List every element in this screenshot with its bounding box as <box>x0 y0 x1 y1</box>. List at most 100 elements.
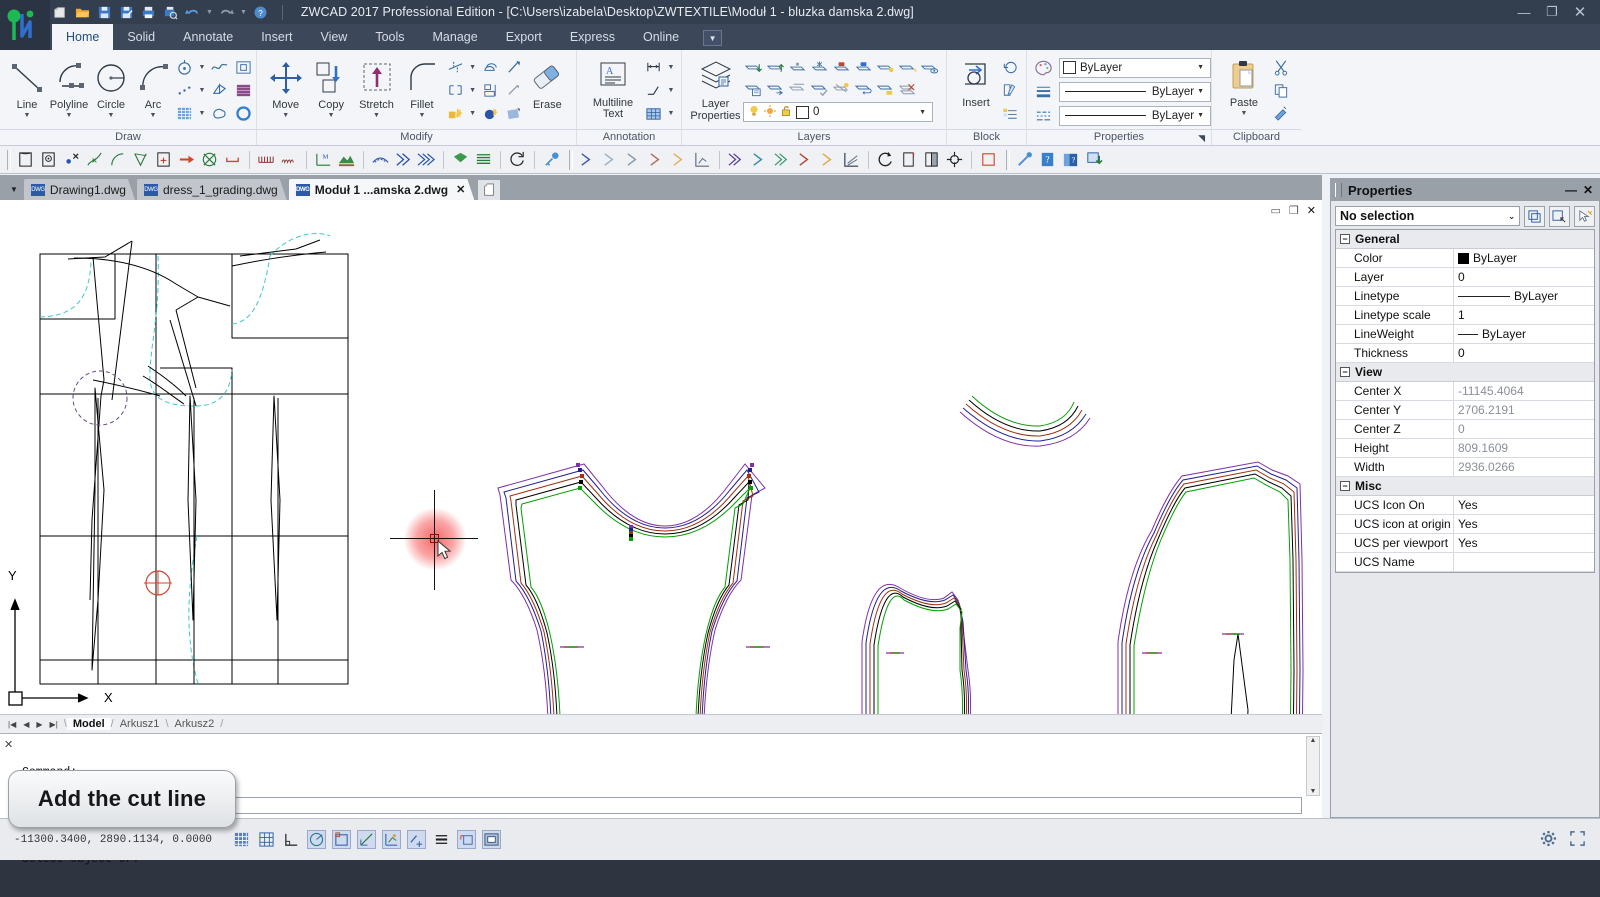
selection-combo-arrow[interactable]: ⌄ <box>1508 212 1515 221</box>
property-row-height[interactable]: Height 809.1609 <box>1336 439 1594 458</box>
multiline-text-button[interactable]: A Multiline Text <box>583 54 643 120</box>
toolbar-grip-2[interactable] <box>569 149 573 170</box>
seam-allowance-icon[interactable] <box>370 149 391 171</box>
model-paper-icon[interactable] <box>482 830 501 849</box>
nest-3-icon[interactable] <box>772 149 793 171</box>
layer-freeze-icon[interactable] <box>809 57 830 78</box>
ribbon-tab-view[interactable]: View <box>306 24 361 50</box>
move-dropdown-caret[interactable]: ▼ <box>282 112 289 119</box>
layer-merge-icon[interactable] <box>787 78 808 99</box>
ribbon-tab-solid[interactable]: Solid <box>113 24 169 50</box>
ribbon-tab-home[interactable]: Home <box>52 24 114 50</box>
unlock-icon[interactable] <box>779 104 793 121</box>
layout-tab-arkusz2[interactable]: Arkusz2 <box>169 718 221 730</box>
cut-icon[interactable] <box>1270 57 1291 78</box>
property-row-ucs-icon-on[interactable]: UCS Icon On Yes <box>1336 496 1594 515</box>
layout-tab-arkusz1[interactable]: Arkusz1 <box>114 718 166 730</box>
region-icon[interactable] <box>233 57 254 78</box>
nest-4-icon[interactable] <box>795 149 816 171</box>
break-icon[interactable] <box>445 80 466 101</box>
property-row-ucs-icon-at-origin[interactable]: UCS icon at origin Yes <box>1336 515 1594 534</box>
hatch-caret[interactable]: ▼ <box>198 110 206 117</box>
arc-tool-icon[interactable] <box>107 149 128 171</box>
collapse-icon[interactable]: − <box>1340 481 1350 491</box>
align-icon[interactable] <box>480 80 501 101</box>
layer-properties-button[interactable]: Layer Properties <box>688 54 743 122</box>
dyn-icon[interactable] <box>407 830 426 849</box>
property-value[interactable] <box>1454 553 1594 571</box>
fullscreen-icon[interactable] <box>1569 830 1586 850</box>
table-icon[interactable] <box>643 103 664 124</box>
otrack-icon[interactable] <box>357 830 376 849</box>
circle-button[interactable]: Circle ▼ <box>90 54 132 119</box>
ribbon-tab-annotate[interactable]: Annotate <box>169 24 247 50</box>
leader-caret[interactable]: ▼ <box>667 87 675 94</box>
rotate-icon[interactable] <box>507 149 528 171</box>
layer-isolate-icon[interactable] <box>787 57 808 78</box>
osnap-icon[interactable] <box>332 830 351 849</box>
ruffle-icon[interactable] <box>279 149 300 171</box>
quick-select-icon[interactable] <box>1524 205 1545 227</box>
layer-previous-icon[interactable] <box>919 57 940 78</box>
snap-icon[interactable] <box>232 830 251 849</box>
property-value[interactable]: 2706.2191 <box>1454 401 1594 419</box>
selection-combo[interactable]: No selection ⌄ <box>1335 206 1520 226</box>
lineweight-toggle-icon[interactable] <box>432 830 451 849</box>
edit-polyline-icon[interactable] <box>504 80 525 101</box>
scale-icon[interactable] <box>504 57 525 78</box>
property-row-width[interactable]: Width 2936.0266 <box>1336 458 1594 477</box>
hatch-icon[interactable] <box>174 103 195 124</box>
restore-button[interactable]: ❐ <box>1538 0 1566 24</box>
document-tab-close-icon[interactable]: ✕ <box>456 183 465 196</box>
line-dropdown-caret[interactable]: ▼ <box>24 112 31 119</box>
edit-hatch-icon[interactable] <box>504 103 525 124</box>
toolbar-grip-3[interactable] <box>1006 149 1010 170</box>
property-row-center-z[interactable]: Center Z 0 <box>1336 420 1594 439</box>
stretch-dropdown-caret[interactable]: ▼ <box>373 112 380 119</box>
layout-first-icon[interactable]: |◀ <box>8 720 16 729</box>
erase-button[interactable]: Erase <box>525 54 570 111</box>
piece-copy-icon[interactable] <box>898 149 919 171</box>
save-as-icon[interactable] <box>118 4 135 21</box>
key-icon[interactable] <box>541 149 562 171</box>
ducs-icon[interactable] <box>382 830 401 849</box>
layer-restore-icon[interactable] <box>853 78 874 99</box>
scroll-down-icon[interactable]: ▼ <box>1310 788 1317 795</box>
pleat-icon[interactable] <box>256 149 277 171</box>
property-row-ucs-name[interactable]: UCS Name <box>1336 553 1594 572</box>
property-value[interactable]: 809.1609 <box>1454 439 1594 457</box>
quickprop-icon[interactable] <box>457 830 476 849</box>
property-row-center-y[interactable]: Center Y 2706.2191 <box>1336 401 1594 420</box>
property-value[interactable]: Yes <box>1454 515 1594 533</box>
property-value[interactable]: Yes <box>1454 496 1594 514</box>
help-icon[interactable]: ? <box>252 4 269 21</box>
nest-5-icon[interactable] <box>818 149 839 171</box>
hatch-preview-icon[interactable] <box>233 80 254 101</box>
scroll-up-icon[interactable]: ▲ <box>1310 737 1317 744</box>
dart-tool-icon[interactable] <box>130 149 151 171</box>
grade-step-4-icon[interactable] <box>646 149 667 171</box>
copy-clip-icon[interactable] <box>1270 80 1291 101</box>
layer-state-icon[interactable] <box>875 78 896 99</box>
properties-dialog-launcher[interactable]: ◥ <box>1198 131 1205 146</box>
layer-change-icon[interactable] <box>897 57 918 78</box>
dimension-icon[interactable] <box>643 57 664 78</box>
property-value-cell[interactable]: ByLayer <box>1454 287 1594 305</box>
document-tab-dress1-grading[interactable]: DWG dress_1_grading.dwg <box>137 179 287 200</box>
add-piece-icon[interactable] <box>153 149 174 171</box>
color-palette-icon[interactable] <box>1033 57 1054 78</box>
undo-icon[interactable] <box>184 4 201 21</box>
minimize-button[interactable]: — <box>1510 0 1538 24</box>
fillet-button[interactable]: Fillet ▼ <box>399 54 444 119</box>
undo-dropdown-caret[interactable]: ▼ <box>206 9 213 16</box>
layer-on-icon[interactable] <box>765 57 786 78</box>
property-row-linetype-scale[interactable]: Linetype scale 1 <box>1336 306 1594 325</box>
layout-last-icon[interactable]: ▶| <box>50 720 58 729</box>
grade-step-2-icon[interactable] <box>600 149 621 171</box>
pattern-piece-icon[interactable] <box>15 149 36 171</box>
trim-caret[interactable]: ▼ <box>469 64 477 71</box>
pattern-info-icon[interactable] <box>38 149 59 171</box>
paste-button[interactable]: Paste ▼ <box>1218 54 1270 117</box>
object-lineweight-combo[interactable]: ByLayer ▼ <box>1059 81 1211 102</box>
new-icon[interactable] <box>52 4 69 21</box>
